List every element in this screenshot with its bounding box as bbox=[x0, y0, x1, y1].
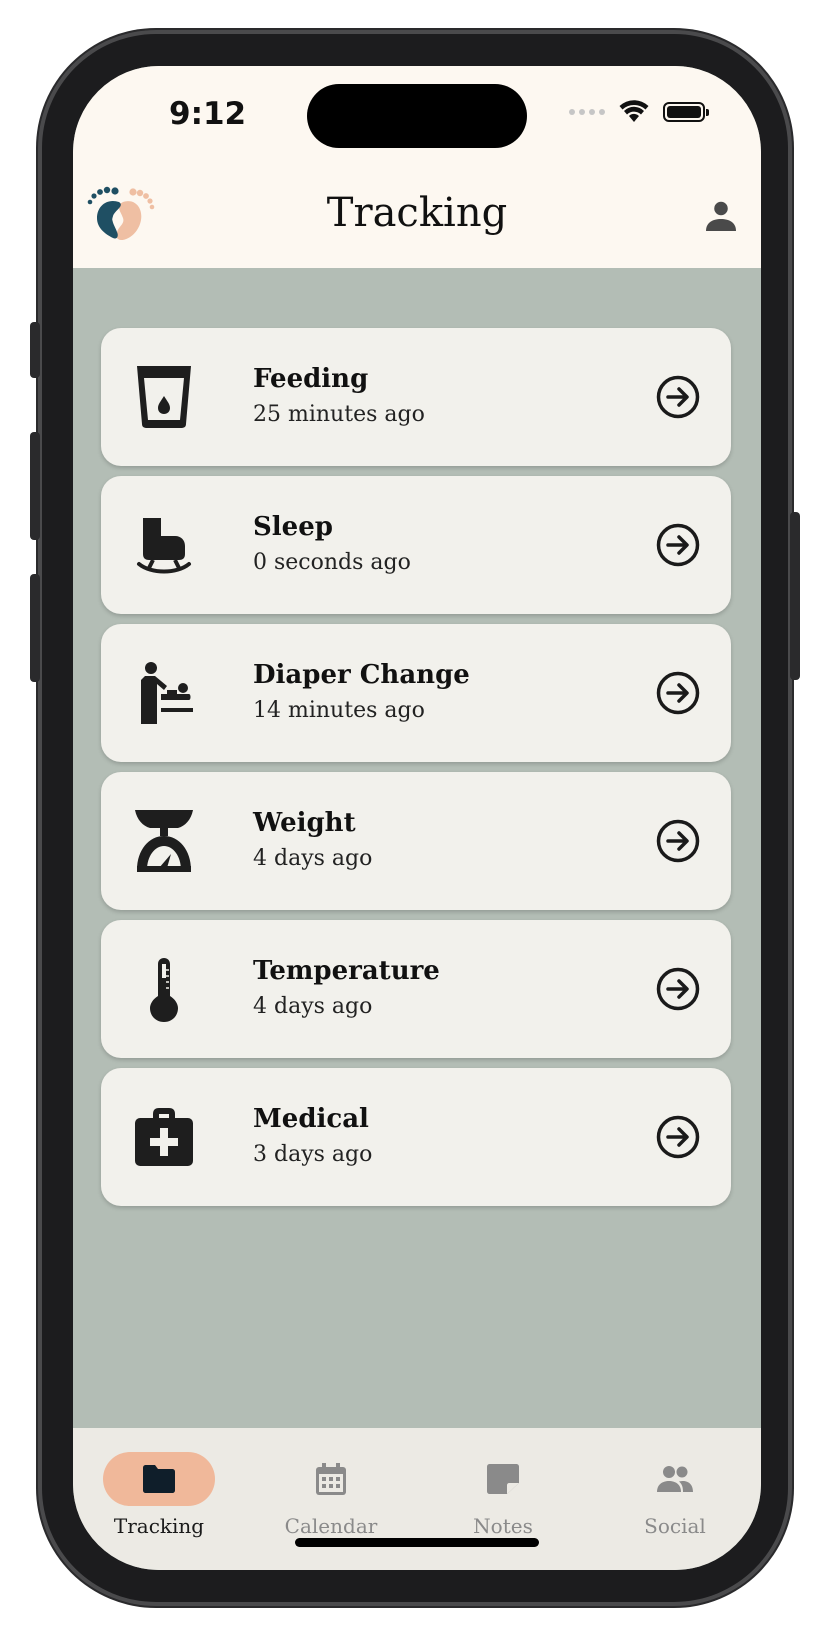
tracking-card-medical[interactable]: Medical 3 days ago bbox=[101, 1068, 731, 1206]
nav-label: Social bbox=[644, 1514, 706, 1538]
bottom-nav: Tracking Calendar Notes Social bbox=[73, 1428, 761, 1570]
medical-kit-icon bbox=[135, 1108, 193, 1166]
app-screen: 9:12 Tracking Feeding 25 minutes ago Sle… bbox=[73, 66, 761, 1570]
tracking-card-diaper-change[interactable]: Diaper Change 14 minutes ago bbox=[101, 624, 731, 762]
card-title: Sleep bbox=[253, 512, 333, 542]
status-icons bbox=[569, 100, 709, 124]
card-subtitle: 0 seconds ago bbox=[253, 550, 411, 575]
arrow-right-circle-icon[interactable] bbox=[655, 1114, 701, 1160]
wifi-icon bbox=[619, 100, 649, 122]
person-icon[interactable] bbox=[703, 198, 739, 234]
arrow-right-circle-icon[interactable] bbox=[655, 522, 701, 568]
arrow-right-circle-icon[interactable] bbox=[655, 374, 701, 420]
app-header: Tracking bbox=[73, 168, 761, 268]
nav-label: Calendar bbox=[284, 1514, 378, 1538]
calendar-icon bbox=[316, 1463, 346, 1495]
baby-changing-icon bbox=[141, 662, 193, 724]
folder-icon bbox=[143, 1465, 175, 1493]
volume-up-button bbox=[30, 432, 40, 540]
crib-icon bbox=[137, 518, 191, 574]
arrow-right-circle-icon[interactable] bbox=[655, 670, 701, 716]
card-subtitle: 3 days ago bbox=[253, 1142, 373, 1167]
scale-icon bbox=[135, 810, 193, 872]
dynamic-island bbox=[307, 84, 527, 148]
battery-icon bbox=[663, 102, 709, 122]
tracking-card-sleep[interactable]: Sleep 0 seconds ago bbox=[101, 476, 731, 614]
nav-label: Notes bbox=[473, 1514, 533, 1538]
nav-tab-notes[interactable]: Notes bbox=[417, 1452, 589, 1552]
nav-label: Tracking bbox=[113, 1514, 205, 1538]
card-title: Feeding bbox=[253, 364, 369, 394]
home-indicator[interactable] bbox=[295, 1538, 539, 1547]
nav-tab-social[interactable]: Social bbox=[589, 1452, 761, 1552]
tracking-list: Feeding 25 minutes ago Sleep 0 seconds a… bbox=[73, 268, 761, 1428]
status-time: 9:12 bbox=[169, 96, 247, 132]
people-icon bbox=[657, 1466, 693, 1492]
note-icon bbox=[487, 1464, 519, 1494]
tracking-card-weight[interactable]: Weight 4 days ago bbox=[101, 772, 731, 910]
page-title: Tracking bbox=[326, 190, 508, 236]
nav-tab-tracking[interactable]: Tracking bbox=[73, 1452, 245, 1552]
card-subtitle: 14 minutes ago bbox=[253, 698, 425, 723]
action-button bbox=[30, 322, 40, 378]
card-title: Diaper Change bbox=[253, 660, 470, 690]
signal-dots-icon bbox=[569, 109, 605, 115]
card-title: Temperature bbox=[253, 956, 440, 986]
card-subtitle: 4 days ago bbox=[253, 846, 373, 871]
tracking-card-temperature[interactable]: Temperature 4 days ago bbox=[101, 920, 731, 1058]
card-subtitle: 25 minutes ago bbox=[253, 402, 425, 427]
thermometer-icon bbox=[150, 958, 178, 1022]
status-bar: 9:12 bbox=[73, 66, 761, 168]
power-button bbox=[790, 512, 800, 680]
card-subtitle: 4 days ago bbox=[253, 994, 373, 1019]
card-title: Weight bbox=[253, 808, 356, 838]
arrow-right-circle-icon[interactable] bbox=[655, 966, 701, 1012]
arrow-right-circle-icon[interactable] bbox=[655, 818, 701, 864]
volume-down-button bbox=[30, 574, 40, 682]
cup-icon bbox=[137, 366, 191, 428]
nav-tab-calendar[interactable]: Calendar bbox=[245, 1452, 417, 1552]
card-title: Medical bbox=[253, 1104, 369, 1134]
tracking-card-feeding[interactable]: Feeding 25 minutes ago bbox=[101, 328, 731, 466]
